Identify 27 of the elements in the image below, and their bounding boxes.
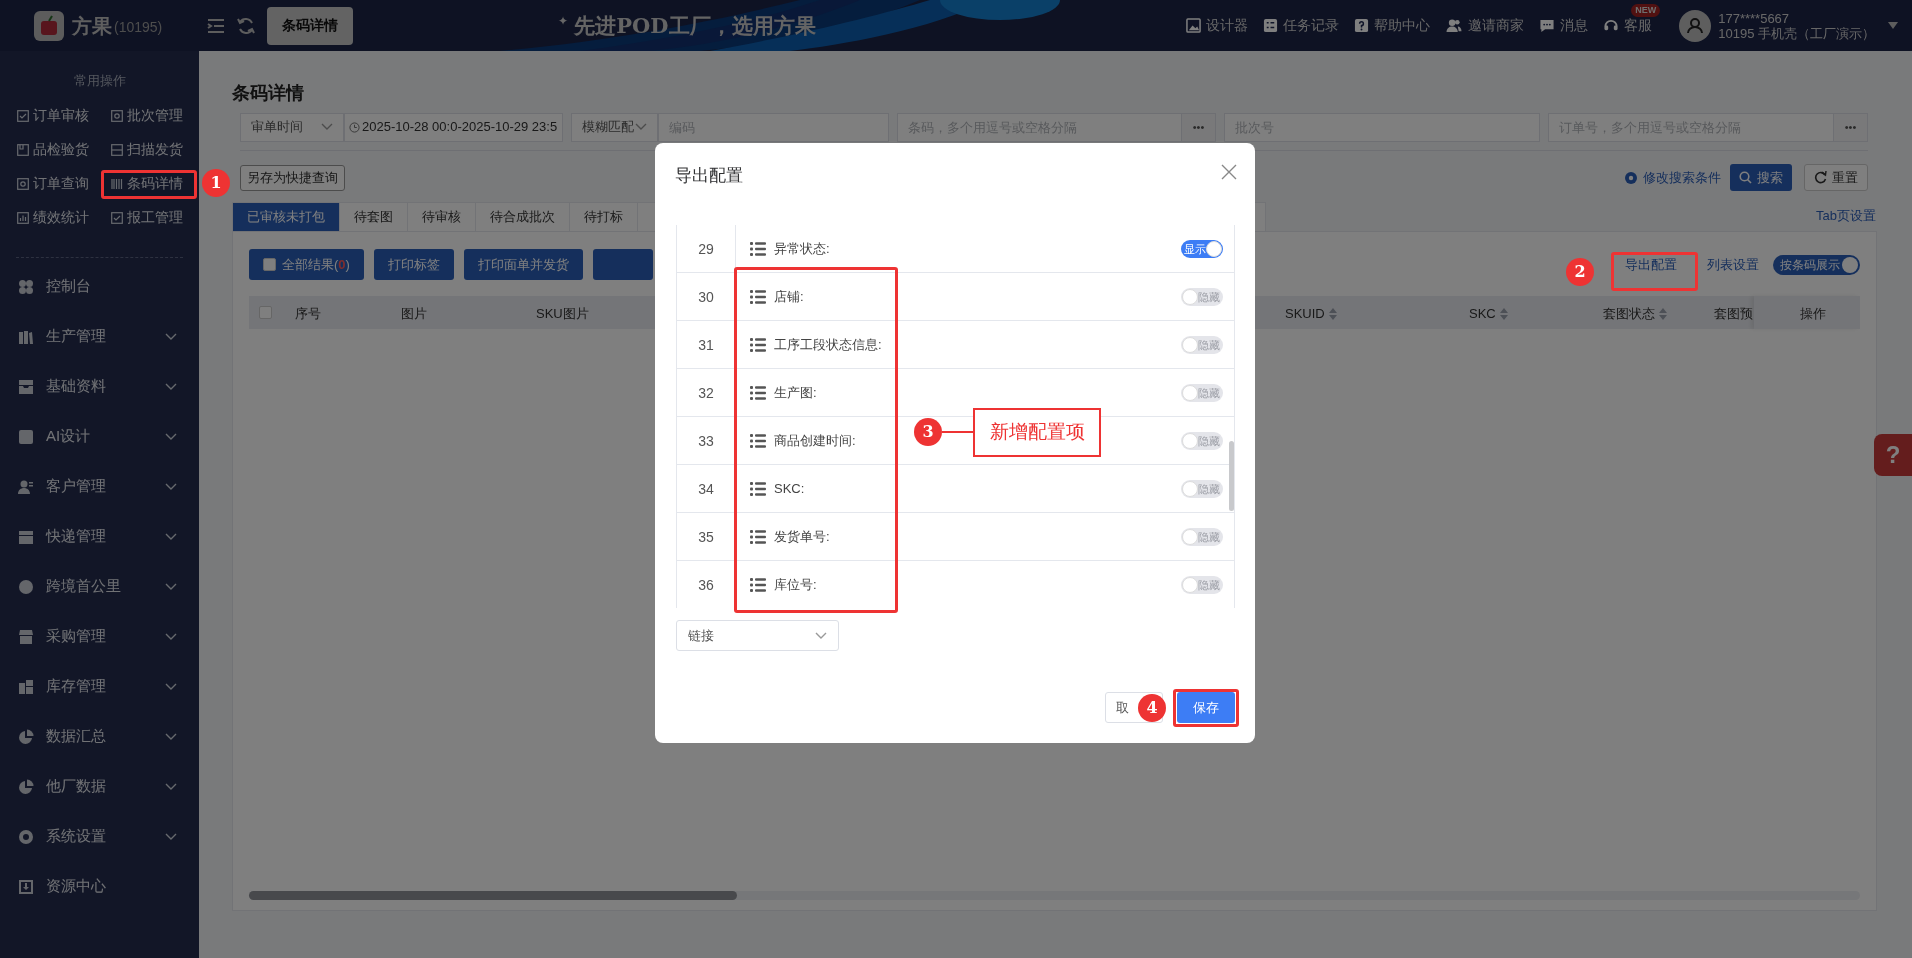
- callout-label: 新增配置项: [973, 408, 1101, 457]
- row-number: 29: [677, 225, 736, 273]
- field-label: 商品创建时间:: [774, 431, 856, 450]
- field-label: 工序工段状态信息:: [774, 335, 882, 354]
- row-number: 30: [677, 272, 736, 321]
- field-label: 生产图:: [774, 383, 817, 402]
- section-title: 常用操作: [72, 72, 127, 90]
- field-label: 异常状态:: [774, 239, 830, 258]
- row-number: 34: [677, 464, 736, 513]
- company-code: (10195): [114, 18, 163, 37]
- row-number: 36: [677, 560, 736, 608]
- user-phone: 177****5667: [1718, 10, 1791, 26]
- slogan: 先进POD工厂，选用方果: [574, 11, 816, 40]
- field-label: 发货单号:: [774, 527, 830, 546]
- row-number: 33: [677, 416, 736, 465]
- logo-name: 方果: [72, 13, 112, 39]
- field-label: 店铺:: [774, 287, 804, 306]
- row-number: 35: [677, 512, 736, 561]
- user-org: 10195 手机壳（工厂演示）: [1718, 25, 1875, 41]
- field-label: 库位号:: [774, 575, 817, 594]
- row-number: 32: [677, 368, 736, 417]
- dialog-title: 导出配置: [675, 165, 743, 188]
- field-label: SKC:: [774, 479, 805, 498]
- sparkle-mark: ✦: [558, 12, 569, 30]
- row-number: 31: [677, 320, 736, 369]
- new-badge: NEW: [1631, 4, 1661, 17]
- page-title: 条码详情: [232, 83, 305, 103]
